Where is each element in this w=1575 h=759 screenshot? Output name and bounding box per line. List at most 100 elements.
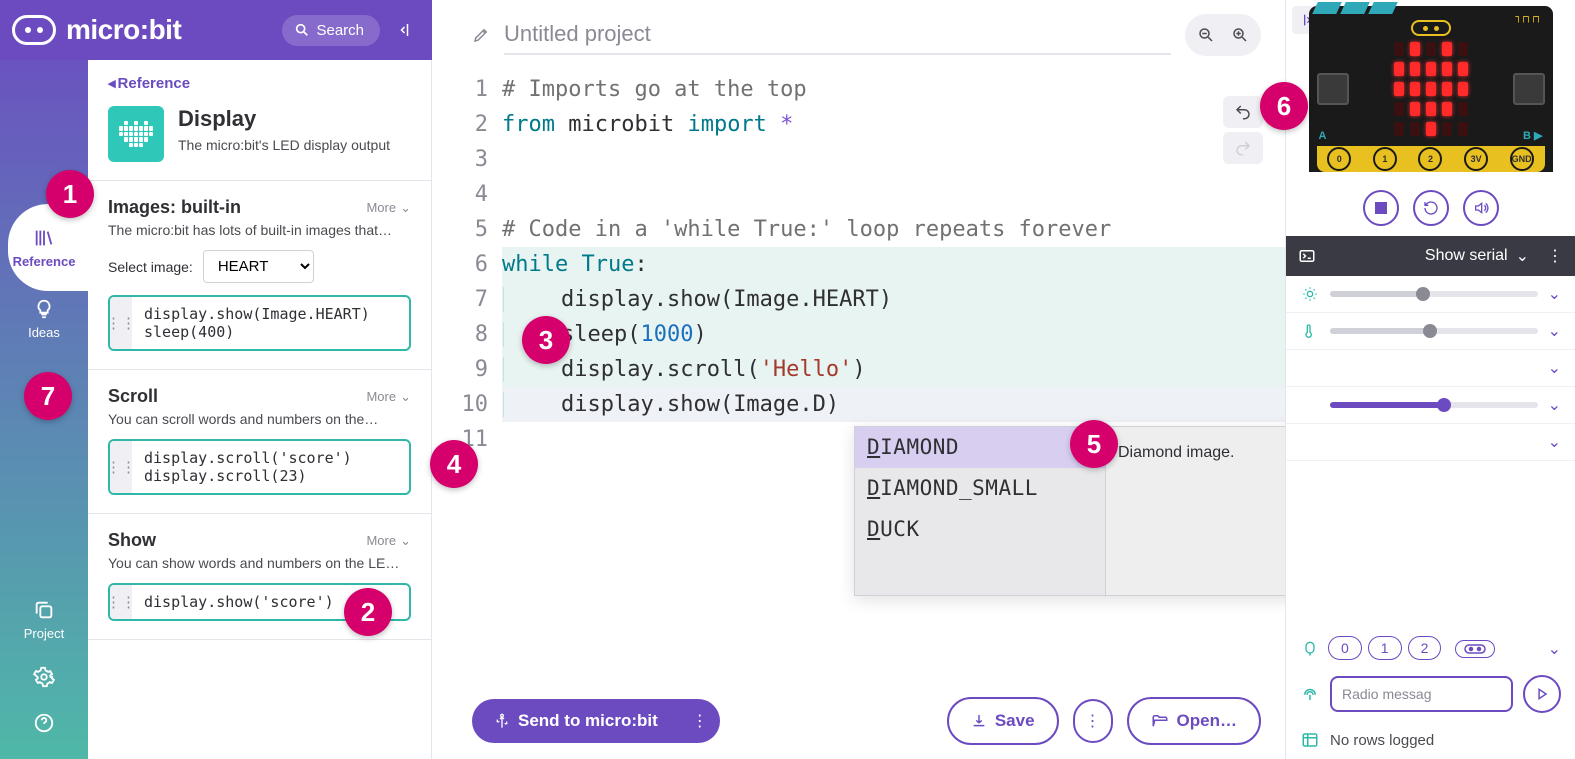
autocomplete-popup[interactable]: DIAMONDDIAMOND_SMALLDUCKDiamond image. bbox=[854, 426, 1285, 596]
radio-send-button[interactable] bbox=[1523, 675, 1561, 713]
more-link[interactable]: More ⌄ bbox=[366, 200, 411, 216]
edge-connector: 012 3V GND bbox=[1317, 146, 1545, 172]
rail-item-ideas[interactable]: Ideas bbox=[0, 285, 88, 352]
autocomplete-doc: Diamond image. bbox=[1105, 427, 1285, 595]
books-icon bbox=[32, 226, 56, 250]
pin-chip[interactable]: 1 bbox=[1368, 636, 1402, 660]
project-title-input[interactable] bbox=[504, 15, 1171, 55]
chevron-down-icon: ⌄ bbox=[1516, 246, 1529, 266]
edge-pin[interactable]: 2 bbox=[1418, 147, 1442, 171]
autocomplete-item[interactable]: DIAMOND bbox=[855, 427, 1105, 468]
sensor-slider[interactable] bbox=[1330, 291, 1538, 297]
pin-chip[interactable]: 0 bbox=[1328, 636, 1362, 660]
edge-pin[interactable]: 0 bbox=[1327, 147, 1351, 171]
mute-button[interactable] bbox=[1463, 190, 1499, 226]
send-label: Send to micro:bit bbox=[518, 711, 658, 731]
serial-bar[interactable]: Show serial ⌄ ⋮ bbox=[1286, 236, 1575, 276]
section-description: You can scroll words and numbers on the… bbox=[108, 411, 411, 427]
open-button[interactable]: Open… bbox=[1127, 697, 1261, 745]
bottom-toolbar: Send to micro:bit ⋮ Save ⋮ Open… bbox=[432, 683, 1285, 759]
collapse-sidebar-button[interactable] bbox=[392, 16, 420, 44]
serial-label: Show serial bbox=[1425, 247, 1508, 265]
autocomplete-item[interactable]: DUCK bbox=[855, 509, 1105, 550]
chevron-down-icon[interactable]: ⌄ bbox=[1548, 284, 1561, 304]
more-link[interactable]: More ⌄ bbox=[366, 533, 411, 549]
drag-handle-icon[interactable]: ⋮⋮ bbox=[110, 585, 132, 619]
edge-pin[interactable]: 3V bbox=[1464, 147, 1488, 171]
edge-pin[interactable]: GND bbox=[1510, 147, 1534, 171]
rail-item-project[interactable]: Project bbox=[0, 586, 88, 653]
zoom-out-button[interactable] bbox=[1189, 18, 1223, 52]
sensor-row: ⌄ bbox=[1286, 313, 1575, 350]
logo-touch-chip[interactable] bbox=[1455, 640, 1495, 658]
main-area: 1234567891011 # Imports go at the topfro… bbox=[432, 0, 1285, 759]
button-a[interactable] bbox=[1317, 73, 1349, 105]
radio-message-input[interactable]: Radio messag bbox=[1330, 676, 1513, 712]
search-button[interactable]: Search bbox=[282, 15, 380, 46]
reference-section: Images: built-in More ⌄ The micro:bit has … bbox=[88, 181, 431, 370]
code-editor[interactable]: 1234567891011 # Imports go at the topfro… bbox=[432, 56, 1285, 683]
section-title: Images: built-in bbox=[108, 197, 241, 218]
rail-label: Ideas bbox=[28, 325, 60, 340]
code-snippet[interactable]: ⋮⋮display.scroll('score') display.scroll… bbox=[108, 439, 411, 495]
logo-mark-icon bbox=[12, 15, 56, 45]
rail-item-settings[interactable] bbox=[32, 657, 56, 697]
autocomplete-item[interactable]: DIAMOND_SMALL bbox=[855, 468, 1105, 509]
search-icon bbox=[294, 22, 310, 38]
lightbulb-icon bbox=[32, 297, 56, 321]
section-description: You can show words and numbers on the LE… bbox=[108, 555, 411, 571]
back-label: Reference bbox=[118, 75, 191, 92]
zoom-controls bbox=[1185, 14, 1261, 56]
annotation-badge: 1 bbox=[46, 170, 94, 218]
search-label: Search bbox=[316, 22, 364, 39]
pin-icon bbox=[1300, 641, 1320, 657]
pin-chip[interactable]: 2 bbox=[1408, 636, 1442, 660]
code-snippet[interactable]: ⋮⋮display.show(Image.HEART) sleep(400) bbox=[108, 295, 411, 351]
send-more-button[interactable]: ⋮ bbox=[680, 699, 720, 743]
chevron-down-icon[interactable]: ⌄ bbox=[1548, 395, 1561, 415]
brand-text: micro:bit bbox=[66, 14, 181, 46]
section-title: Show bbox=[108, 530, 156, 551]
led-matrix bbox=[1394, 42, 1468, 136]
rail-item-reference[interactable]: Reference bbox=[0, 214, 88, 281]
stop-button[interactable] bbox=[1363, 190, 1399, 226]
section-description: The micro:bit has lots of built-in image… bbox=[108, 222, 411, 238]
snippet-code: display.show(Image.HEART) sleep(400) bbox=[132, 297, 382, 349]
rail-item-help[interactable] bbox=[32, 703, 56, 743]
annotation-badge: 3 bbox=[522, 316, 570, 364]
table-icon bbox=[1300, 731, 1320, 749]
button-b[interactable] bbox=[1513, 73, 1545, 105]
chevron-down-icon[interactable]: ⌄ bbox=[1548, 639, 1561, 659]
brand-logo[interactable]: micro:bit bbox=[12, 14, 181, 46]
chevron-left-icon: ◂ bbox=[108, 74, 116, 92]
temperature-icon bbox=[1300, 323, 1320, 339]
simulator-panel: ┐┌┐┌┐ A B ▶ 0123VGND bbox=[1285, 0, 1575, 759]
image-select[interactable]: HEART bbox=[203, 250, 314, 283]
data-log-row[interactable]: No rows logged bbox=[1286, 721, 1575, 759]
chevron-down-icon[interactable]: ⌄ bbox=[1548, 358, 1561, 378]
zoom-in-button[interactable] bbox=[1223, 18, 1257, 52]
help-icon bbox=[32, 711, 56, 735]
microbit-board: ┐┌┐┌┐ A B ▶ 0123VGND bbox=[1286, 6, 1575, 180]
edge-pin[interactable]: 1 bbox=[1373, 147, 1397, 171]
annotation-badge: 7 bbox=[24, 372, 72, 420]
brightness-icon bbox=[1300, 286, 1320, 302]
send-to-microbit-button[interactable]: Send to micro:bit bbox=[472, 699, 684, 743]
folder-open-icon bbox=[1151, 712, 1169, 730]
restart-button[interactable] bbox=[1413, 190, 1449, 226]
annotation-badge: 4 bbox=[430, 440, 478, 488]
more-icon[interactable]: ⋮ bbox=[1547, 246, 1563, 266]
drag-handle-icon[interactable]: ⋮⋮ bbox=[110, 297, 132, 349]
more-link[interactable]: More ⌄ bbox=[366, 389, 411, 405]
save-button[interactable]: Save bbox=[947, 697, 1059, 745]
chevron-down-icon[interactable]: ⌄ bbox=[1548, 432, 1561, 452]
section-title: Scroll bbox=[108, 386, 158, 407]
save-more-button[interactable]: ⋮ bbox=[1073, 699, 1113, 743]
chevron-down-icon[interactable]: ⌄ bbox=[1548, 321, 1561, 341]
sensor-slider[interactable] bbox=[1330, 402, 1538, 408]
chevron-down-icon: ⌄ bbox=[400, 533, 411, 549]
back-to-reference[interactable]: ◂ Reference bbox=[88, 60, 431, 100]
sensor-slider[interactable] bbox=[1330, 328, 1538, 334]
pencil-icon[interactable] bbox=[472, 26, 490, 44]
drag-handle-icon[interactable]: ⋮⋮ bbox=[110, 441, 132, 493]
